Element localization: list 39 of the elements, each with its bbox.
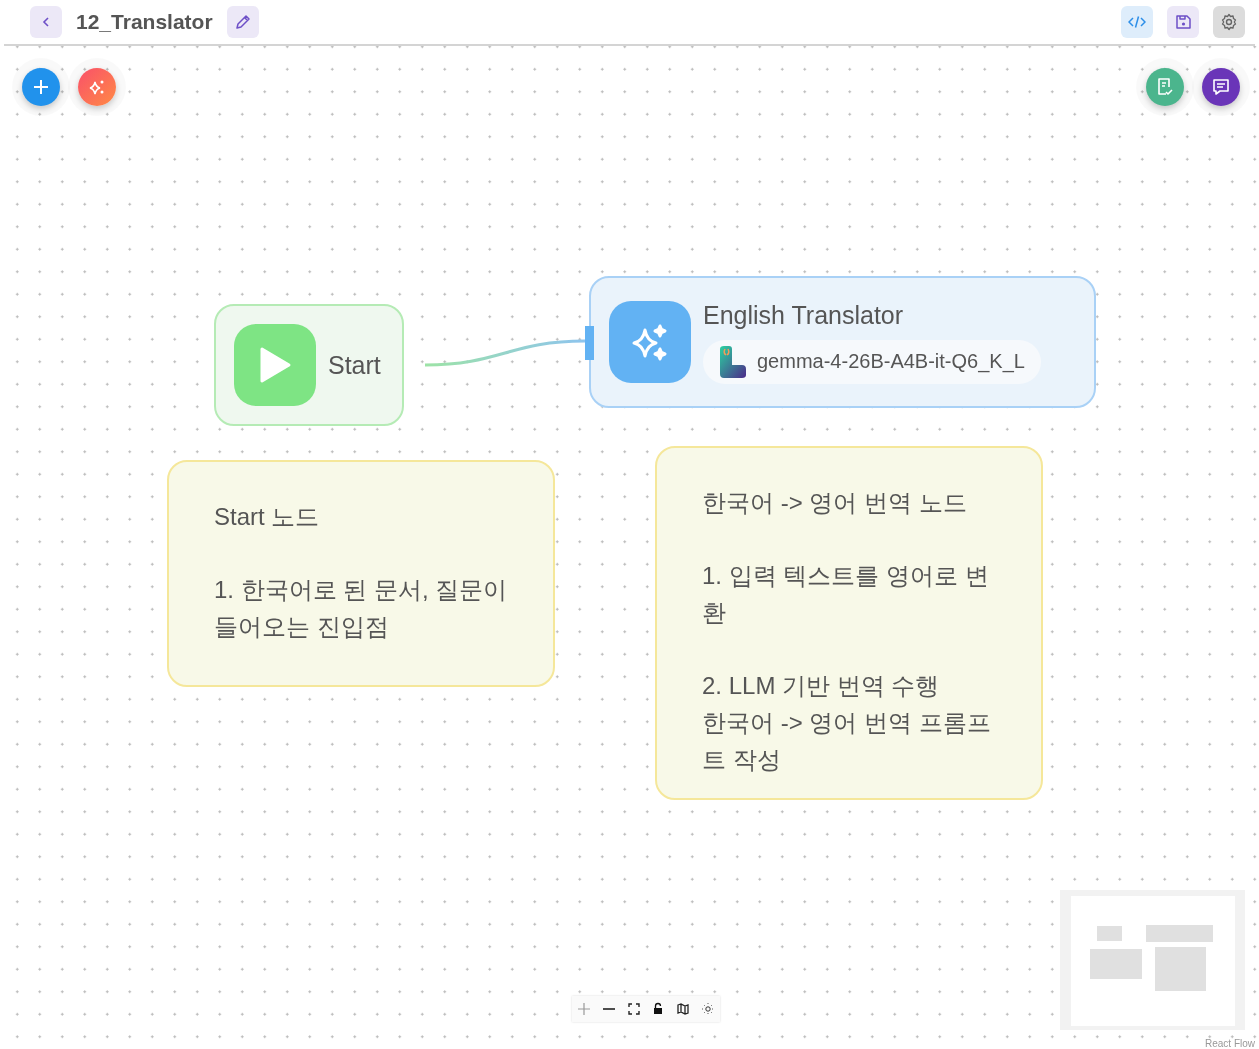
plus-icon (32, 78, 50, 96)
chevron-left-icon (40, 15, 52, 29)
sparkle-icon (88, 78, 106, 96)
workflow-title: 12_Translator (76, 10, 213, 34)
node-title: English Translator (703, 300, 905, 330)
fit-view-icon[interactable] (626, 1002, 641, 1016)
ai-assist-button[interactable] (78, 68, 116, 106)
floppy-disk-icon (1174, 13, 1192, 31)
code-icon (1128, 15, 1146, 29)
code-button[interactable] (1121, 6, 1153, 38)
map-icon[interactable] (675, 1002, 690, 1016)
note-text: 1. 입력 텍스트를 영어로 변환 (702, 561, 990, 628)
add-node-button[interactable] (22, 68, 60, 106)
model-logo-icon (717, 344, 747, 379)
note-text: Start 노드 (214, 502, 321, 532)
save-button[interactable] (1167, 6, 1199, 38)
rename-button[interactable] (226, 6, 259, 38)
settings-icon (1220, 13, 1238, 31)
checklist-button[interactable] (1146, 68, 1184, 106)
node-title: Start (328, 350, 381, 380)
settings-button[interactable] (1213, 6, 1245, 38)
input-handle[interactable] (585, 326, 594, 360)
note-text: 한국어 -> 영어 번역 노드 (702, 488, 968, 518)
note-text: 1. 한국어로 된 문서, 질문이 들어오는 진입점 (214, 575, 509, 642)
model-chip: gemma-4-26B-A4B-it-Q6_K_L (703, 339, 1041, 384)
pencil-icon (233, 13, 252, 31)
sticky-note[interactable]: Start 노드 1. 한국어로 된 문서, 질문이 들어오는 진입점 (167, 460, 555, 687)
back-button[interactable] (30, 6, 62, 38)
sticky-note[interactable]: 한국어 -> 영어 번역 노드 1. 입력 텍스트를 영어로 변환 2. LLM 기반 번역 수행 한국어 -> 영어 번역 프롬프트 작성 (655, 446, 1043, 800)
note-text: 한국어 -> 영어 번역 프롬프트 작성 (702, 708, 992, 775)
connection-edge[interactable] (424, 339, 586, 367)
note-text: 2. LLM 기반 번역 수행 (702, 671, 941, 701)
chat-button[interactable] (1202, 68, 1240, 106)
grid-dots-icon[interactable] (700, 1002, 715, 1016)
start-node[interactable]: Start (214, 304, 404, 426)
play-icon (234, 324, 316, 406)
chat-bubble-icon (1211, 77, 1231, 97)
document-check-icon (1156, 77, 1174, 97)
sparkle-icon (609, 301, 691, 383)
